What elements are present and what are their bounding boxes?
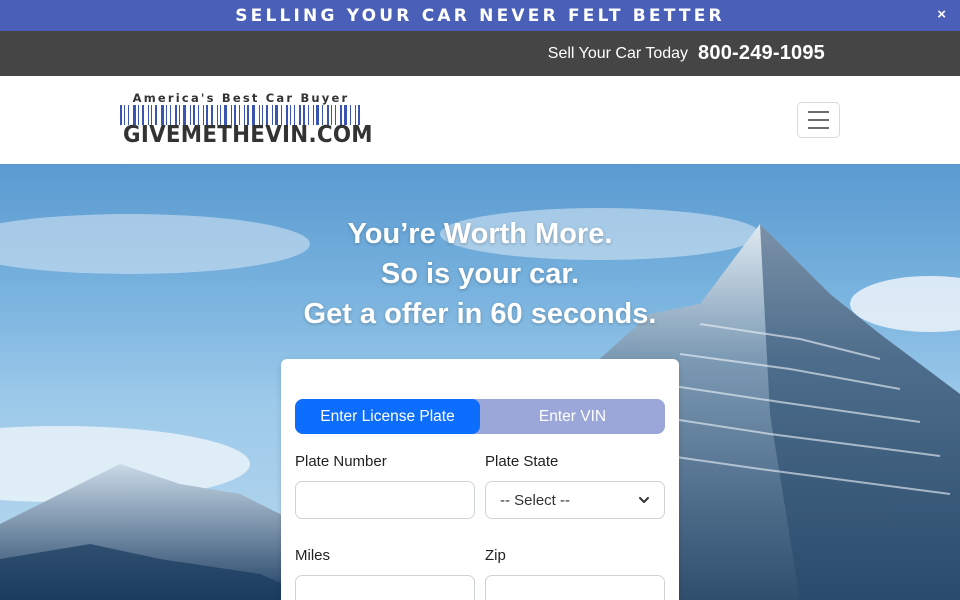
hero-section: You’re Worth More. So is your car. Get a… — [0, 164, 960, 600]
plate-state-label: Plate State — [485, 453, 559, 470]
navbar: America's Best Car Buyer GIVEMETHEVIN.CO… — [0, 76, 960, 164]
miles-input[interactable] — [295, 575, 475, 600]
chevron-down-icon — [639, 497, 649, 503]
hero-line-2: So is your car. — [380, 258, 580, 290]
zip-label: Zip — [485, 547, 506, 564]
offer-form-card: Enter License Plate Enter VIN Plate Numb… — [281, 359, 679, 600]
phone-bar: Sell Your Car Today 800-249-1095 — [0, 31, 960, 76]
hero-line-3: Get a offer in 60 seconds. — [303, 298, 657, 330]
hamburger-menu-icon[interactable] — [797, 102, 840, 138]
hero-headline: You’re Worth More. So is your car. Get a… — [0, 214, 960, 334]
miles-label: Miles — [295, 547, 331, 564]
tab-license-plate[interactable]: Enter License Plate — [295, 399, 480, 434]
hero-line-1: You’re Worth More. — [347, 218, 613, 250]
zip-input[interactable] — [485, 575, 665, 600]
promo-text: SELLING YOUR CAR NEVER FELT BETTER — [235, 5, 725, 26]
close-icon[interactable]: × — [937, 7, 946, 23]
logo-wordmark: GIVEMETHEVIN.COM — [123, 122, 373, 148]
plate-number-input[interactable] — [295, 481, 475, 519]
tab-vin[interactable]: Enter VIN — [480, 399, 665, 434]
promo-banner: SELLING YOUR CAR NEVER FELT BETTER × — [0, 0, 960, 31]
lookup-mode-toggle: Enter License Plate Enter VIN — [295, 399, 665, 434]
site-logo[interactable]: America's Best Car Buyer GIVEMETHEVIN.CO… — [120, 91, 373, 151]
phone-number-link[interactable]: 800-249-1095 — [698, 42, 825, 65]
plate-state-selected: -- Select -- — [500, 491, 571, 509]
phone-bar-label: Sell Your Car Today — [547, 44, 689, 62]
logo-tagline: America's Best Car Buyer — [132, 91, 350, 105]
plate-state-select[interactable]: -- Select -- — [485, 481, 665, 519]
plate-number-label: Plate Number — [295, 453, 387, 470]
